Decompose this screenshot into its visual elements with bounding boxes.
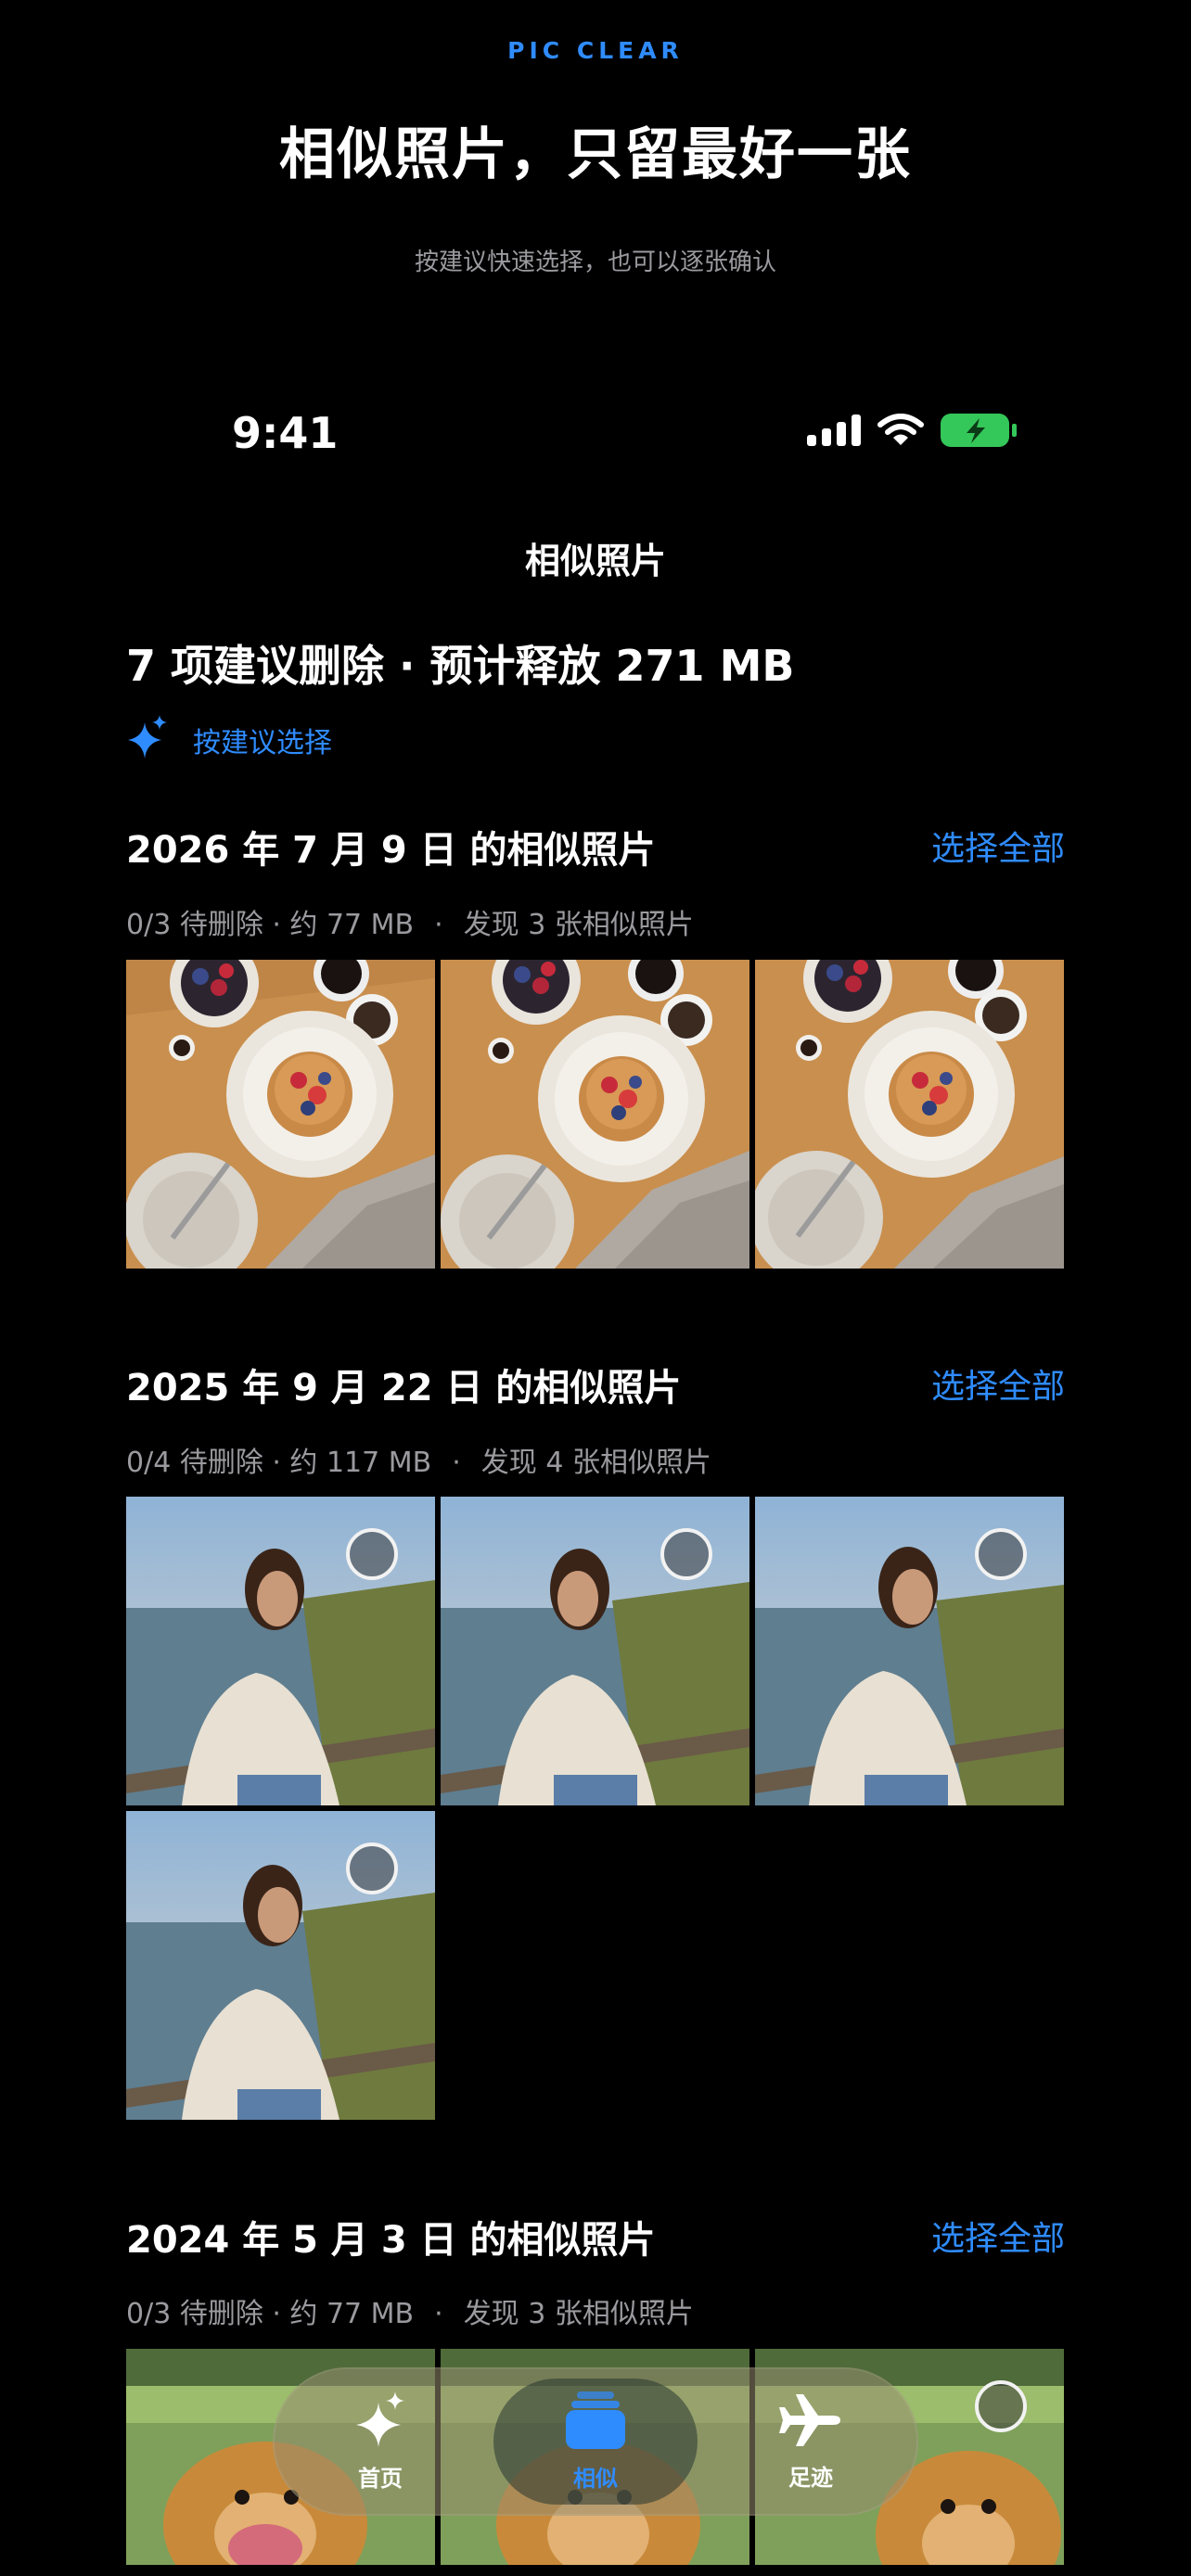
select-all-button[interactable]: 选择全部 bbox=[931, 822, 1065, 870]
found-text: 发现 4 张相似照片 bbox=[480, 1447, 711, 1479]
photo-thumbnail[interactable] bbox=[126, 960, 435, 1269]
headline: 相似照片，只留最好一张 bbox=[279, 122, 912, 187]
tab-footprints-label: 足迹 bbox=[788, 2464, 833, 2491]
suggest-select-button[interactable]: 按建议选择 bbox=[126, 714, 332, 766]
found-text: 发现 3 张相似照片 bbox=[463, 909, 694, 941]
select-circle[interactable] bbox=[975, 2380, 1027, 2432]
section-title: 2026 年 7 月 9 日 的相似照片 bbox=[126, 829, 656, 872]
sparkles-icon bbox=[354, 2391, 406, 2453]
tab-home[interactable]: 首页 bbox=[278, 2378, 482, 2505]
brand-label: PIC CLEAR bbox=[507, 37, 684, 64]
tab-bar: 首页 相似 足迹 bbox=[273, 2367, 918, 2516]
section-title: 2025 年 9 月 22 日 的相似照片 bbox=[126, 1367, 682, 1409]
sparkles-icon bbox=[126, 715, 169, 765]
section-meta: 0/4 待删除 · 约 117 MB · 发现 4 张相似照片 bbox=[126, 1447, 711, 1479]
photo-thumbnail[interactable] bbox=[441, 960, 749, 1269]
photo-thumbnail[interactable] bbox=[441, 1497, 749, 1805]
signal-icon bbox=[807, 414, 861, 450]
wifi-icon bbox=[877, 414, 924, 451]
photo-grid bbox=[126, 960, 1067, 1269]
tab-home-label: 首页 bbox=[358, 2465, 403, 2492]
found-text: 发现 3 张相似照片 bbox=[463, 2298, 694, 2330]
battery-charging-icon bbox=[941, 412, 1018, 453]
photo-thumbnail[interactable] bbox=[126, 1811, 435, 2120]
select-circle[interactable] bbox=[660, 1528, 712, 1580]
pending-text: 0/3 待删除 · 约 77 MB bbox=[126, 2298, 415, 2330]
tab-footprints[interactable]: 足迹 bbox=[709, 2378, 913, 2505]
summary-text: 7 项建议删除 · 预计释放 271 MB bbox=[126, 641, 795, 691]
photo-thumbnail[interactable] bbox=[755, 960, 1064, 1269]
pending-text: 0/3 待删除 · 约 77 MB bbox=[126, 909, 415, 941]
photo-thumbnail[interactable] bbox=[126, 1497, 435, 1805]
section-title: 2024 年 5 月 3 日 的相似照片 bbox=[126, 2219, 656, 2262]
pending-text: 0/4 待删除 · 约 117 MB bbox=[126, 1447, 432, 1479]
tab-similar[interactable]: 相似 bbox=[493, 2378, 698, 2505]
select-circle[interactable] bbox=[975, 1528, 1027, 1580]
photo-thumbnail[interactable] bbox=[755, 1497, 1064, 1805]
select-all-button[interactable]: 选择全部 bbox=[931, 1359, 1065, 1408]
select-circle[interactable] bbox=[346, 1843, 398, 1894]
subline: 按建议快速选择，也可以逐张确认 bbox=[414, 249, 776, 276]
select-all-button[interactable]: 选择全部 bbox=[931, 2212, 1065, 2260]
section-meta: 0/3 待删除 · 约 77 MB · 发现 3 张相似照片 bbox=[126, 2298, 694, 2330]
tab-similar-label: 相似 bbox=[573, 2465, 618, 2492]
section-meta: 0/3 待删除 · 约 77 MB · 发现 3 张相似照片 bbox=[126, 909, 694, 941]
airplane-icon bbox=[779, 2392, 842, 2452]
suggest-select-label: 按建议选择 bbox=[193, 727, 332, 759]
status-icons bbox=[807, 410, 1018, 454]
select-circle[interactable] bbox=[346, 1528, 398, 1580]
nav-title: 相似照片 bbox=[524, 541, 666, 581]
status-time: 9:41 bbox=[232, 408, 339, 458]
photo-stack-icon bbox=[566, 2391, 625, 2453]
photo-grid bbox=[126, 1497, 1067, 2120]
